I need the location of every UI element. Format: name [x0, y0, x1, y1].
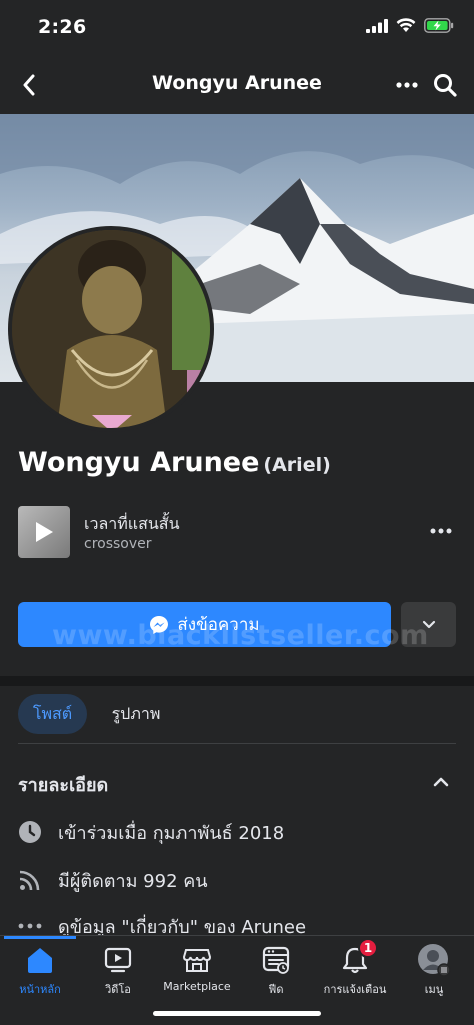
- more-dots-icon: [430, 528, 452, 534]
- top-nav: Wongyu Arunee: [0, 56, 474, 114]
- bottom-nav-home-label: หน้าหลัก: [19, 983, 61, 996]
- signal-icon: [366, 18, 388, 33]
- bottom-nav-video-label: วิดีโอ: [105, 983, 131, 996]
- watermark-text: www.blacklistseller.com: [52, 620, 429, 651]
- rss-icon: [18, 865, 50, 895]
- avatar: [12, 230, 210, 428]
- bottom-nav-marketplace[interactable]: Marketplace: [157, 944, 237, 1002]
- profile-music[interactable]: เวลาที่แสนสั้น crossover: [18, 506, 458, 560]
- section-divider: [0, 676, 474, 686]
- music-artist: crossover: [84, 536, 152, 552]
- bottom-nav-home[interactable]: หน้าหลัก: [0, 944, 80, 1002]
- music-play-button[interactable]: [18, 506, 70, 558]
- profile-avatar[interactable]: [8, 226, 214, 432]
- avatar-statue-image: [12, 230, 210, 428]
- status-icons: [366, 18, 454, 33]
- more-dots-icon: [396, 82, 418, 88]
- search-icon: [434, 74, 457, 97]
- tab-posts[interactable]: โพสต์: [18, 694, 87, 734]
- video-icon: [101, 944, 135, 976]
- clock-icon: [18, 817, 50, 847]
- details-heading: รายละเอียด: [18, 775, 109, 796]
- detail-followers: มีผู้ติดตาม 992 คน: [18, 865, 458, 895]
- bottom-nav-notifications-label: การแจ้งเตือน: [323, 983, 387, 996]
- tab-photos[interactable]: รูปภาพ: [98, 694, 174, 734]
- notification-badge: 1: [358, 938, 378, 958]
- status-bar: 2:26: [0, 0, 474, 56]
- play-icon: [36, 522, 53, 542]
- avatar-menu-icon: [417, 944, 451, 977]
- active-tab-indicator: [4, 936, 76, 939]
- home-icon: [23, 944, 57, 976]
- more-options-button[interactable]: [392, 70, 422, 100]
- search-button[interactable]: [428, 68, 462, 102]
- details-collapse-button[interactable]: [426, 768, 456, 796]
- profile-name-text: Wongyu Arunee: [18, 447, 260, 478]
- bottom-nav-video[interactable]: วิดีโอ: [78, 944, 158, 1002]
- marketplace-icon: [180, 944, 214, 976]
- music-more-button[interactable]: [424, 516, 458, 546]
- chevron-left-icon: [23, 74, 35, 96]
- status-time: 2:26: [38, 16, 87, 38]
- chevron-up-icon: [433, 777, 449, 787]
- tabs-divider: [18, 743, 456, 744]
- bottom-nav-feed[interactable]: ฟีด: [236, 944, 316, 1002]
- battery-charging-icon: [424, 18, 454, 33]
- detail-joined: เข้าร่วมเมื่อ กุมภาพันธ์ 2018: [18, 817, 458, 847]
- profile-alternate-name: (Ariel): [263, 454, 331, 476]
- home-indicator: [153, 1011, 321, 1016]
- bottom-nav-menu-label: เมนู: [424, 983, 444, 996]
- bottom-nav-notifications[interactable]: 1 การแจ้งเตือน: [315, 938, 395, 1002]
- profile-name: Wongyu Arunee (Ariel): [18, 447, 331, 478]
- bottom-nav-menu[interactable]: เมนู: [394, 944, 474, 1002]
- bell-icon: 1: [338, 938, 378, 976]
- detail-joined-text: เข้าร่วมเมื่อ กุมภาพันธ์ 2018: [58, 822, 285, 844]
- feed-icon: [259, 944, 293, 976]
- wifi-icon: [396, 18, 416, 32]
- bottom-nav-feed-label: ฟีด: [268, 983, 284, 996]
- bottom-nav-marketplace-label: Marketplace: [163, 980, 231, 993]
- back-button[interactable]: [14, 70, 44, 100]
- detail-followers-text: มีผู้ติดตาม 992 คน: [58, 870, 208, 892]
- music-title: เวลาที่แสนสั้น: [84, 514, 180, 533]
